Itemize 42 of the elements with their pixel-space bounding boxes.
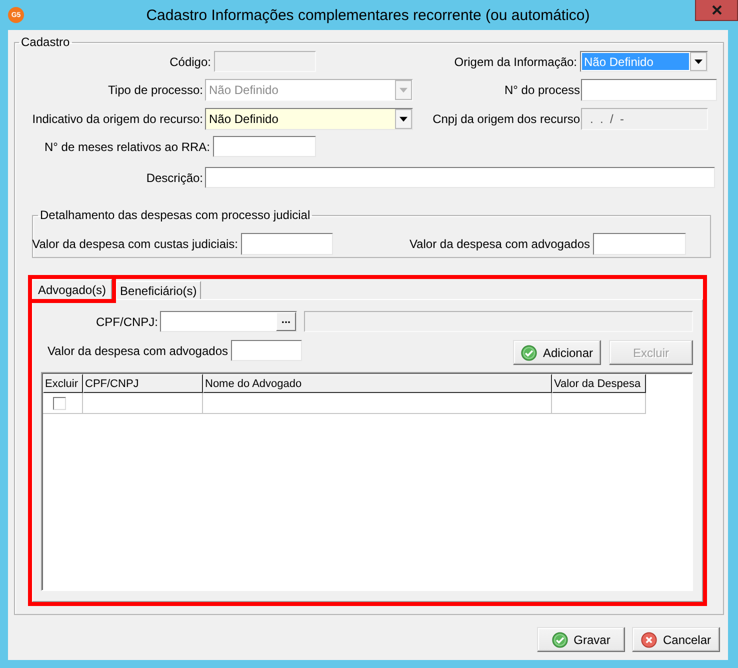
tab[interactable]: Beneficiário(s) <box>116 281 201 299</box>
text-field[interactable] <box>593 233 686 255</box>
group-title: Detalhamento das despesas com processo judicial <box>39 208 312 222</box>
cancel-button[interactable]: Cancelar <box>632 627 720 652</box>
field-label: N° de meses relativos ao RRA: <box>44 140 210 154</box>
group-title: Cadastro <box>20 35 71 49</box>
window-title: Cadastro Informações complementares recorrente (ou automático) <box>145 6 591 24</box>
column-header: Excluir <box>43 374 83 393</box>
dropdown[interactable]: Não Definido <box>205 108 413 130</box>
text-field[interactable] <box>205 167 715 188</box>
field-label: Valor da despesa com advogados <box>409 237 590 251</box>
column-header: Valor da Despesa <box>552 374 646 393</box>
field-label: Valor da despesa com advogados <box>47 344 228 358</box>
field-label: Origem da Informação: <box>454 54 577 68</box>
lookup-button[interactable]: ... <box>276 312 296 331</box>
cancel-icon <box>640 632 657 648</box>
field-label: Tipo de processo: <box>108 83 203 97</box>
field-label: Valor da despesa com custas judiciais: <box>32 237 238 251</box>
text-field[interactable]: ... <box>160 311 297 332</box>
check-icon <box>552 632 568 648</box>
text-field[interactable] <box>213 136 316 157</box>
close-icon <box>712 5 722 15</box>
field-label: Descrição: <box>146 170 203 184</box>
column-header: Nome do Advogado <box>203 374 552 393</box>
tab[interactable]: Advogado(s) <box>32 279 112 299</box>
caret-icon <box>395 80 412 100</box>
checkbox[interactable] <box>53 396 66 410</box>
field-label: N° do process <box>504 83 580 97</box>
text-field[interactable] <box>581 79 717 101</box>
caret-icon <box>690 52 707 71</box>
check-icon <box>520 344 537 360</box>
field-label: Código: <box>170 54 211 68</box>
text-field[interactable] <box>241 233 333 255</box>
caret-icon <box>395 109 412 129</box>
field-label: Cnpj da origem dos recurso <box>432 112 580 126</box>
field-label: CPF/CNPJ: <box>96 314 158 328</box>
close-button[interactable] <box>695 0 738 21</box>
field-label: Indicativo da origem do recurso: <box>32 112 203 126</box>
text-field[interactable] <box>231 340 302 361</box>
column-header: CPF/CNPJ <box>83 374 203 393</box>
action-button[interactable]: Adicionar <box>513 340 601 365</box>
save-button[interactable]: Gravar <box>537 627 625 652</box>
